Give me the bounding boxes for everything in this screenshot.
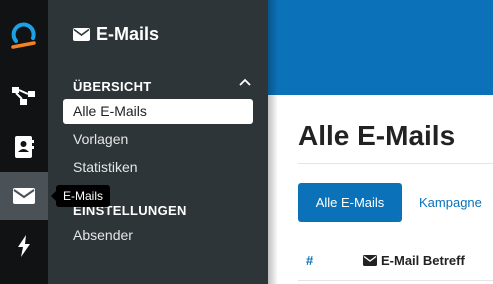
subnav-title: E-Mails (73, 24, 159, 45)
logo-icon (11, 22, 36, 49)
lightning-icon (18, 235, 30, 257)
envelope-icon (363, 255, 377, 266)
column-header-subject[interactable]: E-Mail Betreff (363, 253, 465, 268)
subnav-item-templates[interactable]: Vorlagen (63, 127, 253, 152)
tab-all-emails[interactable]: Alle E-Mails (298, 183, 402, 222)
subnav-item-senders[interactable]: Absender (63, 223, 253, 248)
rail-item-automation[interactable] (0, 222, 48, 270)
rail-item-contacts[interactable] (0, 123, 48, 171)
subnav-title-text: E-Mails (96, 24, 160, 44)
table-header-divider (298, 280, 493, 281)
divider (298, 163, 493, 164)
subnav-item-all-emails[interactable]: Alle E-Mails (63, 99, 253, 124)
tab-campaign[interactable]: Kampagne (419, 183, 482, 222)
envelope-icon (73, 28, 90, 41)
column-header-id-label: # (306, 253, 314, 268)
section-heading-overview[interactable]: ÜBERSICHT (73, 79, 152, 94)
column-header-subject-label: E-Mail Betreff (381, 253, 465, 268)
rail-item-workflows[interactable] (0, 72, 48, 120)
column-header-id[interactable]: # (306, 253, 313, 268)
sidebar-shadow (268, 0, 278, 284)
contacts-icon (15, 136, 34, 158)
top-bar (268, 0, 493, 95)
rail-item-emails[interactable] (0, 172, 48, 220)
subnav-item-statistics[interactable]: Statistiken (63, 155, 253, 180)
chevron-up-icon[interactable] (239, 78, 251, 86)
main-content: Alle E-Mails Alle E-Mails Kampagne # E-M… (268, 0, 493, 284)
app-logo[interactable] (0, 12, 48, 60)
envelope-icon (13, 188, 35, 204)
icon-rail (0, 0, 48, 284)
tooltip: E-Mails (50, 185, 111, 207)
email-subnav: E-Mails ÜBERSICHT Alle E-Mails Vorlagen … (48, 0, 268, 284)
page-title: Alle E-Mails (298, 120, 456, 151)
workflow-icon (12, 87, 35, 105)
